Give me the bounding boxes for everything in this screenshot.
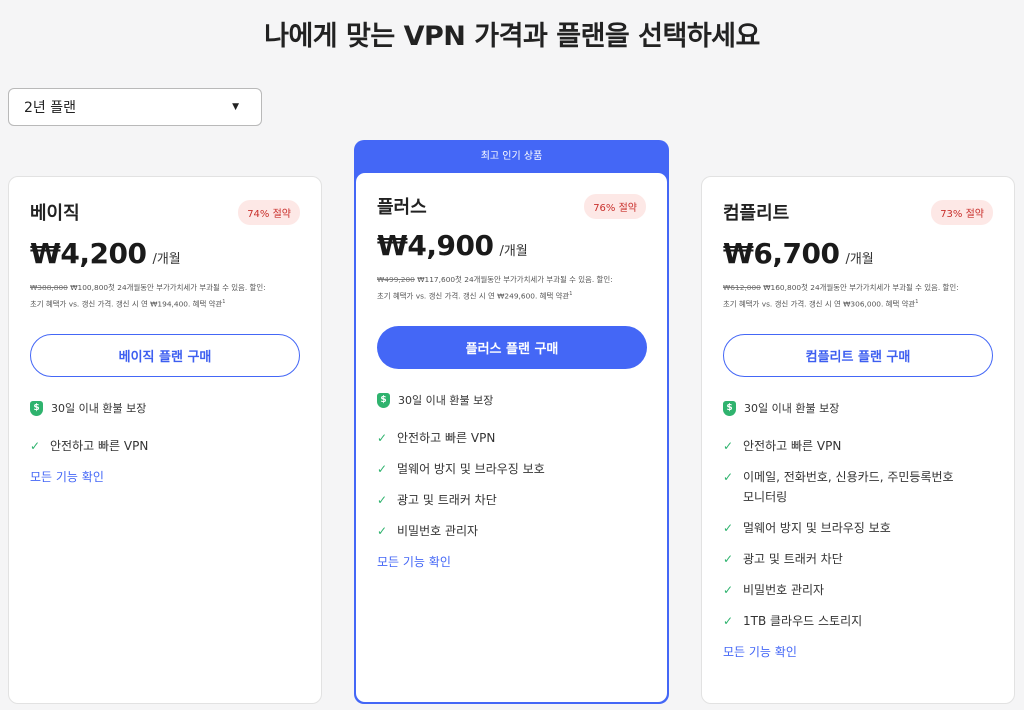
buy-basic-button[interactable]: 베이직 플랜 구매 (30, 334, 300, 377)
original-price: ₩388,800 (30, 283, 68, 292)
plan-card-basic: 베이직 74% 절약 ₩4,200 /개월 ₩388,800 ₩100,800첫… (8, 176, 322, 704)
check-icon: ✓ (723, 470, 734, 484)
feature-item: ✓ 1TB 클라우드 스토리지 (723, 611, 993, 631)
shield-dollar-icon: $ (30, 400, 43, 416)
see-all-features-link[interactable]: 모든 기능 확인 (377, 553, 646, 570)
feature-list: ✓ 안전하고 빠른 VPN ✓ 이메일, 전화번호, 신용카드, 주민등록번호 모니… (723, 436, 993, 631)
shield-dollar-icon: $ (377, 392, 390, 408)
see-all-features-link[interactable]: 모든 기능 확인 (30, 468, 300, 485)
page-title: 나에게 맞는 VPN 가격과 플랜을 선택하세요 (264, 21, 760, 52)
original-price: ₩499,200 (377, 275, 415, 284)
terms-footnote[interactable]: 1 (915, 299, 918, 305)
savings-badge: 76% 절약 (584, 193, 646, 219)
check-icon: ✓ (723, 439, 734, 453)
plan-card-complete: 컴플리트 73% 절약 ₩6,700 /개월 ₩612,000 ₩160,800… (701, 176, 1015, 704)
plan-price: ₩4,200 (30, 237, 147, 270)
check-icon: ✓ (723, 552, 734, 566)
see-all-features-link[interactable]: 모든 기능 확인 (723, 643, 993, 660)
feature-item: ✓ 비밀번호 관리자 (723, 580, 993, 600)
feature-item: ✓ 멀웨어 방지 및 브라우징 보호 (377, 459, 646, 479)
plan-price: ₩6,700 (723, 237, 840, 270)
feature-item: ✓ 비밀번호 관리자 (377, 521, 646, 541)
check-icon: ✓ (377, 431, 388, 445)
feature-item: ✓ 안전하고 빠른 VPN (377, 428, 646, 448)
caret-down-icon: ▼ (232, 102, 239, 112)
plan-name: 컴플리트 (723, 203, 790, 224)
plan-duration-select[interactable]: 2년 플랜 ▼ (8, 88, 262, 126)
feature-item: ✓ 광고 및 트래커 차단 (377, 490, 646, 510)
refund-guarantee: $ 30일 이내 환불 보장 (723, 400, 993, 416)
feature-item: ✓ 이메일, 전화번호, 신용카드, 주민등록번호 모니터링 (723, 467, 993, 507)
check-icon: ✓ (377, 462, 388, 476)
plan-card-plus: 최고 인기 상품 플러스 76% 절약 ₩4,900 /개월 ₩499,200 … (354, 140, 669, 704)
price-period: /개월 (845, 252, 874, 267)
check-icon: ✓ (377, 493, 388, 507)
terms-footnote[interactable]: 1 (569, 291, 572, 297)
price-fine-print: ₩499,200 ₩117,600첫 24개월동안 부가가치세가 부과될 수 있… (377, 275, 613, 301)
feature-list: ✓ 안전하고 빠른 VPN ✓ 멀웨어 방지 및 브라우징 보호 ✓ 광고 및 트래커… (377, 428, 646, 541)
price-fine-print: ₩612,000 ₩160,800첫 24개월동안 부가가치세가 부과될 수 있… (723, 283, 959, 309)
feature-item: ✓ 안전하고 빠른 VPN (723, 436, 993, 456)
refund-guarantee: $ 30일 이내 환불 보장 (377, 392, 646, 408)
feature-list: ✓ 안전하고 빠른 VPN (30, 436, 300, 456)
check-icon: ✓ (723, 614, 734, 628)
terms-footnote[interactable]: 1 (222, 299, 225, 305)
most-popular-banner: 최고 인기 상품 (480, 151, 543, 162)
savings-badge: 74% 절약 (238, 199, 300, 225)
shield-dollar-icon: $ (723, 400, 736, 416)
check-icon: ✓ (377, 524, 388, 538)
plan-name: 베이직 (30, 203, 80, 224)
original-price: ₩612,000 (723, 283, 761, 292)
price-period: /개월 (499, 244, 528, 259)
buy-plus-button[interactable]: 플러스 플랜 구매 (377, 326, 647, 369)
feature-item: ✓ 광고 및 트래커 차단 (723, 549, 993, 569)
buy-complete-button[interactable]: 컴플리트 플랜 구매 (723, 334, 993, 377)
check-icon: ✓ (723, 521, 734, 535)
plan-duration-value: 2년 플랜 (24, 100, 76, 116)
price-period: /개월 (152, 252, 181, 267)
price-fine-print: ₩388,800 ₩100,800첫 24개월동안 부가가치세가 부과될 수 있… (30, 283, 266, 309)
feature-item: ✓ 멀웨어 방지 및 브라우징 보호 (723, 518, 993, 538)
savings-badge: 73% 절약 (931, 199, 993, 225)
plan-name: 플러스 (377, 197, 427, 218)
feature-item: ✓ 안전하고 빠른 VPN (30, 436, 300, 456)
refund-guarantee: $ 30일 이내 환불 보장 (30, 400, 300, 416)
check-icon: ✓ (723, 583, 734, 597)
check-icon: ✓ (30, 439, 41, 453)
plan-price: ₩4,900 (377, 229, 494, 262)
